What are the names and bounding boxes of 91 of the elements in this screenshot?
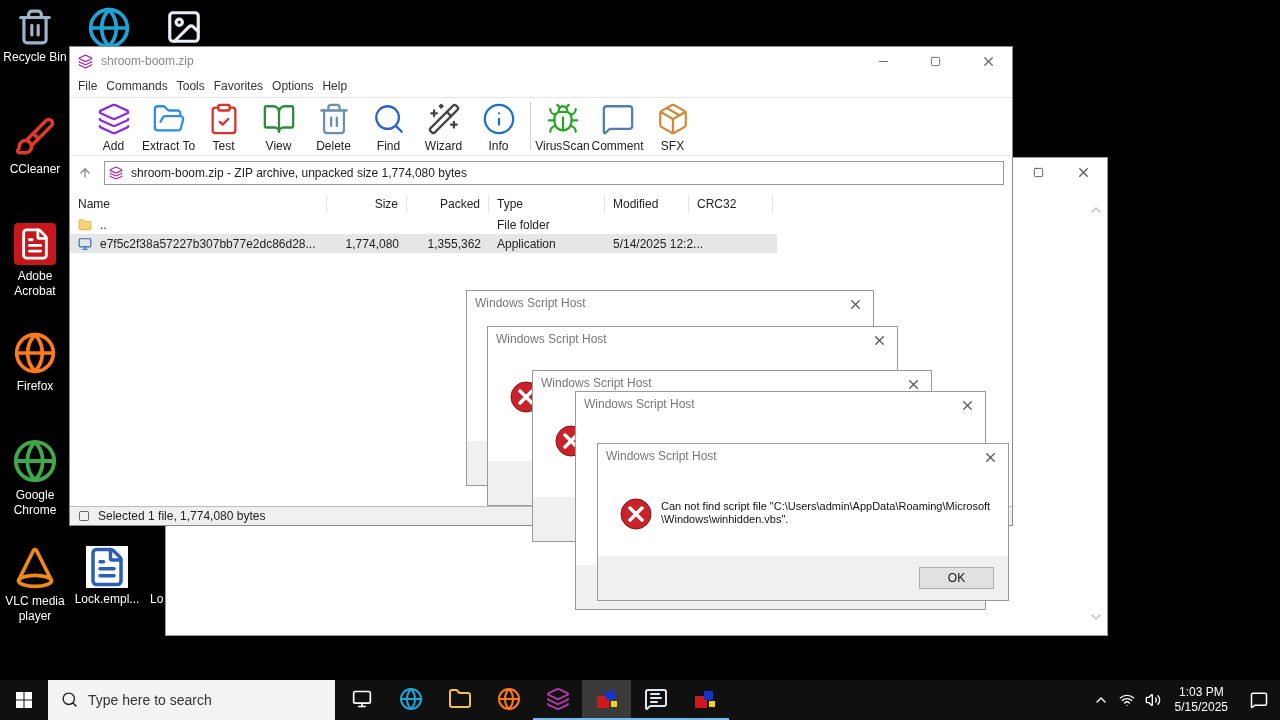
network-icon[interactable] [1118,692,1135,708]
close-icon[interactable] [872,333,887,348]
desktop-icon-label[interactable]: Lo [150,592,164,607]
toolbar-button[interactable]: Test [196,102,251,153]
column-header[interactable]: Packed [407,195,489,213]
broom-icon[interactable] [14,116,56,158]
recycle-bin-icon[interactable] [16,8,54,46]
books-icon [545,687,570,711]
chrome-browser-icon[interactable] [12,438,58,484]
desktop-icon-label[interactable]: VLC media player [2,594,68,624]
status-text: Selected 1 file, 1,774,080 bytes [98,508,266,525]
menu-item[interactable]: File [74,77,102,95]
desktop-icon-label[interactable]: CCleaner [9,162,61,177]
window-icon [643,687,668,711]
search-field[interactable]: Type here to search [48,680,335,720]
folder-icon [78,217,92,232]
maximize-icon[interactable] [1033,166,1044,178]
wand-icon [426,102,461,136]
application-icon [78,236,92,251]
close-icon[interactable] [906,377,921,392]
address-field[interactable]: shroom-boom.zip - ZIP archive, unpacked size 1,774,080 bytes [104,160,1004,185]
column-header[interactable]: Size [327,195,407,213]
close-icon[interactable] [848,297,863,312]
desktop-icon-label[interactable]: Firefox [16,379,54,394]
dialog-title: Windows Script Host [541,377,653,390]
start-icon[interactable] [16,692,32,708]
maximize-icon[interactable] [930,55,941,67]
search-icon [61,691,78,708]
modified-date: 5/14/2025 12:2... [613,236,704,251]
desktop-icon-label[interactable]: Lock.empl... [74,592,140,607]
close-icon[interactable] [960,398,975,413]
close-icon[interactable] [983,450,998,465]
file-type: File folder [497,217,550,232]
dialog-message: Can not find script file "C:\Users\admin\AppData\Roaming\Microsoft\Windows\winhidden.vbs". [661,499,992,527]
menu-item[interactable]: Help [318,77,352,95]
packed-size: 1,355,362 [427,236,481,251]
desktop-icon-label[interactable]: Adobe Acrobat [2,269,68,299]
toolbar-button[interactable]: Find [361,102,416,153]
speech-bubble-icon [600,102,635,136]
file-row[interactable]: .. File folder [70,215,777,234]
toolbar-button[interactable]: Add [86,102,141,153]
menu-item[interactable]: Options [268,77,318,95]
dialog-title: Windows Script Host [496,333,608,346]
file-row[interactable]: e7f5c2f38a57227b307bb77e2dc86d28... 1,774,080 1,355,362 Application 5/14/2025 12:2... [70,234,777,253]
dialog-title: Windows Script Host [475,297,587,310]
drive-icon [78,510,90,522]
fox-browser-icon[interactable] [13,331,57,375]
column-header[interactable]: CRC32 [689,195,773,213]
books-icon [96,102,131,136]
dialog-title: Windows Script Host [584,398,696,411]
ok-button[interactable]: OK [919,567,994,589]
toolbar-button[interactable]: VirusScan [535,102,590,153]
error-icon [620,498,652,530]
document-icon[interactable] [86,546,128,588]
window-title: shroom-boom.zip [101,53,195,70]
file-type: Application [497,236,556,251]
folder-icon [447,687,472,711]
menu-item[interactable]: Commands [102,77,172,95]
image-file-icon[interactable] [165,8,203,46]
clock-date[interactable]: 5/15/2025 [1174,700,1228,715]
file-name: e7f5c2f38a57227b307bb77e2dc86d28... [100,235,316,253]
books-icon [78,53,93,69]
up-arrow-icon[interactable] [78,165,92,180]
info-icon [481,102,516,136]
dialog-title: Windows Script Host [606,450,718,463]
books-icon [109,165,123,180]
pdf-icon[interactable] [14,223,56,265]
column-header[interactable]: Type [489,195,605,213]
file-size: 1,774,080 [345,236,399,251]
toolbar-button[interactable]: Wizard [416,102,471,153]
column-header[interactable]: Modified [605,195,689,213]
file-name: .. [100,216,107,234]
volume-icon[interactable] [1144,692,1161,708]
browser-icon [398,687,423,711]
toolbar-button[interactable]: Extract To [141,102,196,153]
toolbar-button[interactable]: Info [471,102,526,153]
menu-item[interactable]: Tools [172,77,209,95]
toolbar-button[interactable]: Delete [306,102,361,153]
book-icon [261,102,296,136]
menu-item[interactable]: Favorites [209,77,268,95]
desktop-icon-label[interactable]: Google Chrome [2,488,68,518]
toolbar-button[interactable]: Comment [590,102,645,153]
toolbar-button[interactable]: View [251,102,306,153]
desktop-icon-label[interactable]: Recycle Bin [3,50,67,65]
fox-browser-icon [496,687,521,711]
task-view-icon [351,689,372,709]
notification-icon[interactable] [1250,691,1268,709]
bug-icon [545,102,580,136]
column-header[interactable]: Name [70,195,327,213]
toolbar-button[interactable]: SFX [645,102,700,153]
clock-time[interactable]: 1:03 PM [1178,685,1224,700]
